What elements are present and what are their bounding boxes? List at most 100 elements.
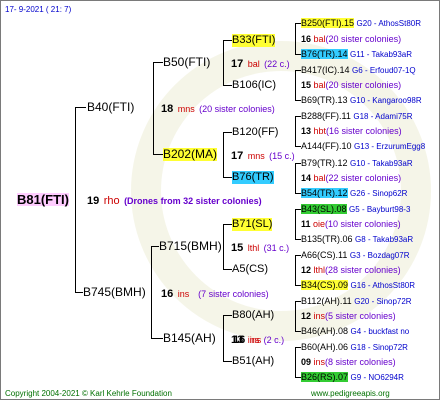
gen4-mating: 13 hbt(16 sister colonies) bbox=[301, 125, 402, 138]
tree-line bbox=[75, 292, 83, 293]
gen4-node[interactable]: B69(TR).13 bbox=[301, 95, 348, 105]
gen3-rl-5: lthl bbox=[247, 243, 260, 253]
gen2-node-2[interactable]: B202(MA) bbox=[163, 148, 218, 161]
gen3-sis-5: (31 c.) bbox=[263, 243, 290, 253]
gen1-rl-2: ins bbox=[177, 289, 190, 299]
site-url[interactable]: www.pedigreeapis.org bbox=[311, 387, 390, 399]
gen4-info: G18 - Sinop72R bbox=[350, 343, 408, 352]
gen3-node-2[interactable]: B106(IC) bbox=[232, 79, 276, 92]
gen3-sis-7: (2 c.) bbox=[263, 335, 285, 345]
gen4-row: A66(CS).11 G3 - Bozdag07R bbox=[301, 249, 409, 262]
tree-line bbox=[223, 40, 224, 86]
gen3-mating-3: 17 mns (15 c.) bbox=[231, 148, 295, 163]
gen4-node[interactable]: B60(AH).06 bbox=[301, 342, 348, 352]
gen4-rl: lthl bbox=[313, 265, 326, 275]
tree-line bbox=[223, 177, 232, 178]
gen4-info: G10 - Takab93aR bbox=[350, 159, 413, 168]
root-rl: rho bbox=[103, 195, 120, 207]
gen3-num-5: 15 bbox=[231, 242, 244, 254]
gen4-node[interactable]: B79(TR).12 bbox=[301, 158, 348, 168]
gen4-node[interactable]: B46(AH).08 bbox=[301, 326, 348, 336]
gen4-sis: (20 sister colonies) bbox=[325, 80, 402, 90]
gen4-rl: oie bbox=[313, 219, 326, 229]
gen4-mating: 11 oie(10 sister colonies) bbox=[301, 218, 401, 231]
gen4-info: G4 - buckfast no bbox=[350, 327, 410, 336]
tree-line bbox=[223, 224, 232, 225]
gen4-node[interactable]: B54(TR).12 bbox=[301, 188, 348, 198]
gen4-row: B288(FF).11 G18 - Adami75R bbox=[301, 110, 413, 123]
gen3-node-8[interactable]: B51(AH) bbox=[232, 355, 274, 368]
gen4-info: G16 - AthosSt80R bbox=[350, 281, 416, 290]
gen4-info: G20 - Sinop72R bbox=[354, 297, 412, 306]
gen3-sis-1: (22 c.) bbox=[264, 59, 290, 69]
gen2-num-2: 18 bbox=[161, 103, 174, 115]
gen4-num: 15 bbox=[301, 80, 312, 90]
tree-line bbox=[295, 100, 301, 101]
gen4-node[interactable]: B43(SL).08 bbox=[301, 204, 347, 214]
root-node[interactable]: B81(FTI) bbox=[17, 193, 69, 206]
gen4-info: G11 - Takab93aR bbox=[350, 50, 413, 59]
gen2-node-4[interactable]: B145(AH) bbox=[163, 332, 216, 345]
gen4-info: G3 - Bozdag07R bbox=[349, 251, 410, 260]
gen4-node[interactable]: B112(AH).11 bbox=[301, 296, 352, 306]
gen2-node-1[interactable]: B50(FTI) bbox=[163, 56, 210, 69]
gen3-node-3[interactable]: B120(FF) bbox=[232, 126, 278, 139]
tree-line bbox=[223, 132, 224, 178]
gen4-num: 13 bbox=[301, 126, 312, 136]
gen1-node-1[interactable]: B40(FTI) bbox=[87, 101, 134, 114]
gen4-rl: ins bbox=[313, 357, 326, 367]
gen4-row: B69(TR).13 G10 - Kangaroo98R bbox=[301, 94, 422, 107]
tree-line bbox=[295, 209, 301, 210]
tree-line bbox=[295, 116, 296, 146]
gen4-info: G6 - Erfoud07-1Q bbox=[352, 66, 416, 75]
gen4-mating: 12 ins(5 sister colonies) bbox=[301, 310, 396, 323]
gen3-node-5[interactable]: B71(SL) bbox=[232, 218, 273, 231]
gen4-row: B43(SL).08 G5 - Bayburt98-3 bbox=[301, 203, 410, 216]
tree-line bbox=[75, 107, 86, 108]
tree-line bbox=[223, 269, 232, 270]
tree-line bbox=[295, 193, 301, 194]
gen4-row: B135(TR).06 G8 - Takab93aR bbox=[301, 233, 413, 246]
gen4-node[interactable]: B288(FF).11 bbox=[301, 111, 351, 121]
root-mating-info: 19 rho (Drones from 32 sister colonies) bbox=[87, 193, 262, 208]
tree-line bbox=[223, 315, 232, 316]
gen4-node[interactable]: B417(IC).14 bbox=[301, 65, 350, 75]
gen4-info: G26 - Sinop62R bbox=[350, 189, 408, 198]
gen4-num: 09 bbox=[301, 357, 312, 367]
gen4-node[interactable]: B250(FTI).15 bbox=[301, 18, 355, 28]
gen3-node-6[interactable]: A5(CS) bbox=[232, 263, 268, 276]
gen4-node[interactable]: B76(TR).14 bbox=[301, 49, 348, 59]
gen3-node-4[interactable]: B76(TR) bbox=[232, 171, 274, 184]
gen1-mating-2: 16 ins (7 sister colonies) bbox=[161, 286, 269, 301]
gen3-sis-3: (15 c.) bbox=[269, 151, 295, 161]
gen4-sis: (28 sister colonies) bbox=[325, 265, 401, 275]
gen4-node[interactable]: B34(CS).09 bbox=[301, 280, 349, 290]
tree-line bbox=[295, 70, 301, 71]
gen4-node[interactable]: A144(FF).10 bbox=[301, 141, 352, 151]
gen3-node-7[interactable]: B80(AH) bbox=[232, 309, 274, 322]
gen4-rl: bal bbox=[313, 34, 326, 44]
gen2-mating-2: 18 mns (20 sister colonies) bbox=[161, 101, 275, 116]
gen4-num: 12 bbox=[301, 311, 312, 321]
gen4-node[interactable]: B26(RS).07 bbox=[301, 372, 349, 382]
gen1-node-2[interactable]: B745(BMH) bbox=[83, 286, 146, 299]
gen4-row: B417(IC).14 G6 - Erfoud07-1Q bbox=[301, 64, 416, 77]
tree-line bbox=[295, 70, 296, 100]
gen4-num: 11 bbox=[301, 219, 311, 229]
gen4-info: G9 - NO6294R bbox=[350, 373, 404, 382]
gen4-row: B112(AH).11 G20 - Sinop72R bbox=[301, 295, 412, 308]
gen4-info: G20 - AthosSt80R bbox=[356, 19, 422, 28]
gen4-node[interactable]: B135(TR).06 bbox=[301, 234, 353, 244]
gen3-rl-3: mns bbox=[247, 151, 265, 161]
gen4-sis: (16 sister colonies) bbox=[326, 126, 402, 136]
tree-line bbox=[295, 54, 301, 55]
tree-line bbox=[151, 338, 163, 339]
gen3-node-1[interactable]: B33(FTI) bbox=[232, 34, 276, 47]
tree-line bbox=[223, 85, 232, 86]
gen4-info: G5 - Bayburt98-3 bbox=[349, 205, 411, 214]
tree-line bbox=[153, 154, 163, 155]
gen4-node[interactable]: A66(CS).11 bbox=[301, 250, 347, 260]
gen3-num-1: 17 bbox=[231, 58, 244, 70]
gen4-info: G10 - Kangaroo98R bbox=[350, 96, 422, 105]
gen2-node-3[interactable]: B715(BMH) bbox=[159, 240, 222, 253]
